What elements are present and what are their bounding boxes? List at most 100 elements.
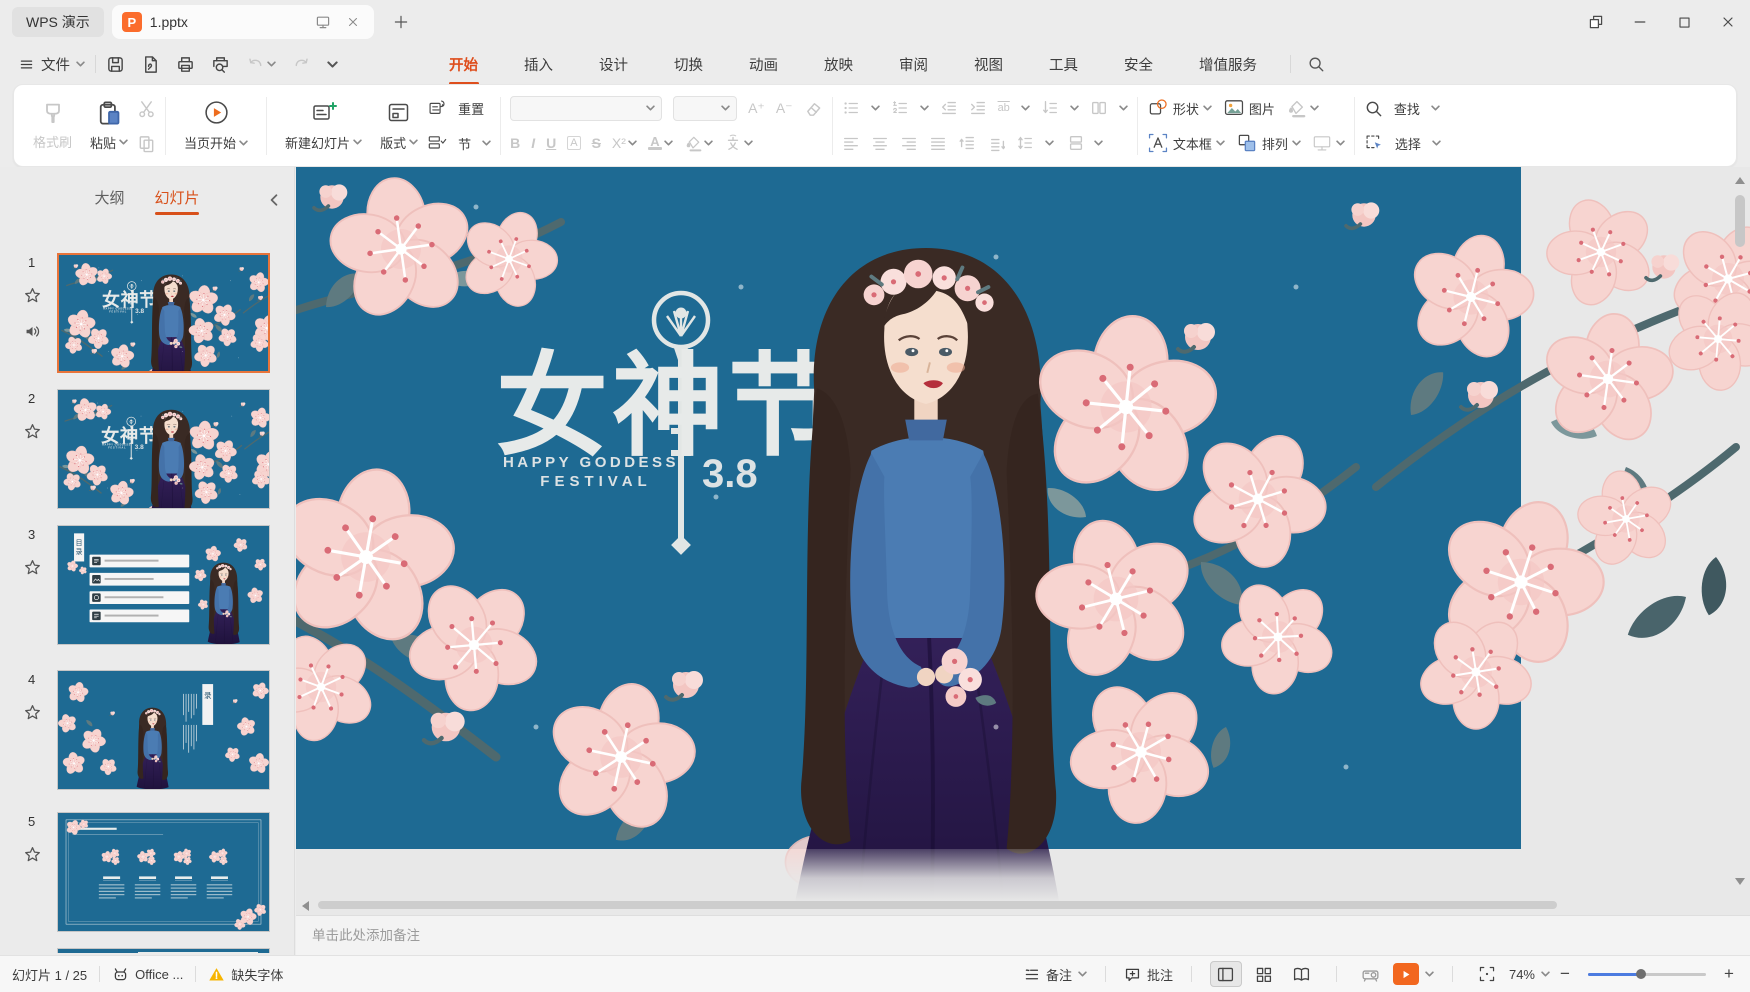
collapse-panel-icon[interactable] xyxy=(268,191,280,208)
assistant-icon xyxy=(112,966,129,983)
picture-button[interactable]: 图片 xyxy=(1223,96,1275,121)
arrange-button[interactable]: 排列 xyxy=(1236,131,1301,156)
tab-sync-icon[interactable] xyxy=(312,11,334,33)
slide-thumbnail-5[interactable]: 5 xyxy=(20,812,270,932)
horizontal-scrollbar-thumb[interactable] xyxy=(318,901,1557,909)
zoom-level[interactable]: 74% xyxy=(1509,967,1550,982)
slide-thumbnail-1[interactable]: 1 xyxy=(20,253,270,373)
chevron-down-icon[interactable] xyxy=(1425,971,1434,977)
slide-thumbnail-3[interactable]: 3 xyxy=(20,525,270,645)
close-window-button[interactable] xyxy=(1706,5,1750,39)
slide-number: 3 xyxy=(28,527,35,542)
comments-button[interactable]: 批注 xyxy=(1124,965,1173,984)
fit-slide-button[interactable] xyxy=(1471,961,1503,987)
print-button[interactable] xyxy=(176,55,195,74)
chevron-down-icon xyxy=(1078,971,1087,977)
search-icon[interactable] xyxy=(1307,55,1325,73)
cut-button xyxy=(137,96,156,121)
presentation-file-icon: P xyxy=(122,12,142,32)
play-from-current-button[interactable]: 当页开始 xyxy=(175,90,257,162)
slide-editing-area[interactable] xyxy=(296,167,1750,902)
normal-view-button[interactable] xyxy=(1210,961,1242,987)
reading-view-button[interactable] xyxy=(1286,961,1318,987)
tab-slideshow[interactable]: 放映 xyxy=(824,50,853,79)
cut-copy-group xyxy=(137,96,156,156)
tab-view[interactable]: 视图 xyxy=(974,50,1003,79)
missing-fonts-warning[interactable]: 缺失字体 xyxy=(208,965,283,984)
print-preview-button[interactable] xyxy=(211,55,230,74)
reset-button[interactable]: 重置 xyxy=(427,96,491,121)
italic-button: I xyxy=(531,135,535,151)
vertical-scrollbar[interactable] xyxy=(1732,171,1748,887)
chevron-down-icon xyxy=(1541,971,1550,977)
layout-button[interactable]: 版式 xyxy=(371,90,427,162)
zoom-slider[interactable] xyxy=(1588,967,1706,981)
tab-outline[interactable]: 大纲 xyxy=(94,187,124,215)
shrink-text-button: ab xyxy=(998,102,1010,114)
align-right-button xyxy=(900,134,918,152)
zoom-out-button[interactable]: − xyxy=(1556,964,1574,984)
horizontal-scrollbar[interactable] xyxy=(300,898,1724,912)
find-button[interactable]: 查找 xyxy=(1364,96,1441,121)
scroll-left-arrow[interactable] xyxy=(302,901,309,911)
chevron-down-icon xyxy=(76,61,85,67)
minimize-button[interactable] xyxy=(1618,5,1662,39)
office-assistant-button[interactable]: Office ... xyxy=(112,966,183,983)
slide-sorter-view-button[interactable] xyxy=(1248,961,1280,987)
slide-indicator: 幻灯片 1 / 25 xyxy=(12,965,87,984)
slide-thumbnail-2[interactable]: 2 xyxy=(20,389,270,509)
slide-thumbnail-list: 1 2 3 xyxy=(0,239,294,955)
quick-access-toolbar xyxy=(106,55,338,74)
font-size-combobox xyxy=(673,96,737,121)
zoom-slider-thumb[interactable] xyxy=(1636,969,1646,979)
tab-design[interactable]: 设计 xyxy=(599,50,628,79)
tab-premium[interactable]: 增值服务 xyxy=(1199,50,1257,79)
tab-insert[interactable]: 插入 xyxy=(524,50,553,79)
tab-transitions[interactable]: 切换 xyxy=(674,50,703,79)
zoom-in-button[interactable]: + xyxy=(1720,964,1738,984)
wps-home-button[interactable]: WPS 演示 xyxy=(12,7,104,37)
scroll-down-arrow[interactable] xyxy=(1735,878,1745,885)
star-icon xyxy=(24,704,41,722)
new-slide-button[interactable]: 新建幻灯片 xyxy=(276,90,371,162)
scroll-up-arrow[interactable] xyxy=(1735,177,1745,184)
textbox-button[interactable]: 文本框 xyxy=(1147,131,1225,156)
bullets-button xyxy=(842,99,860,117)
audio-icon xyxy=(24,323,41,341)
maximize-button[interactable] xyxy=(1662,5,1706,39)
select-button[interactable]: 选择 xyxy=(1364,131,1441,156)
new-tab-button[interactable] xyxy=(388,9,414,35)
notes-placeholder[interactable]: 单击此处添加备注 xyxy=(296,915,1750,955)
paste-button[interactable]: 粘贴 xyxy=(81,90,137,162)
slideshow-play-button[interactable] xyxy=(1393,963,1419,985)
align-objects-button xyxy=(1065,134,1083,152)
undo-button xyxy=(246,55,276,74)
shapes-button[interactable]: 形状 xyxy=(1147,96,1212,121)
projector-button[interactable] xyxy=(1355,961,1387,987)
wps-home-label: WPS 演示 xyxy=(26,12,90,32)
notes-toggle-button[interactable]: 备注 xyxy=(1023,965,1087,984)
slide-canvas[interactable]: 单击此处添加备注 xyxy=(296,167,1750,955)
decrease-font-button: A⁻ xyxy=(776,100,793,117)
slide-thumbnail-6[interactable] xyxy=(20,948,270,953)
align-center-button xyxy=(871,134,889,152)
window-controls xyxy=(1574,5,1750,39)
tab-slides[interactable]: 幻灯片 xyxy=(155,187,200,215)
slide-thumbnail-4[interactable]: 4 xyxy=(20,670,270,790)
line-spacing-button xyxy=(1016,134,1034,152)
workspace-layout-button[interactable] xyxy=(1574,5,1618,39)
tab-review[interactable]: 审阅 xyxy=(899,50,928,79)
tab-close-icon[interactable] xyxy=(342,11,364,33)
save-button[interactable] xyxy=(106,55,125,74)
tab-animations[interactable]: 动画 xyxy=(749,50,778,79)
file-menu[interactable]: 文件 xyxy=(18,54,85,75)
quick-access-more-icon[interactable] xyxy=(327,61,338,68)
tab-tools[interactable]: 工具 xyxy=(1049,50,1078,79)
line-spacing-up-button xyxy=(958,134,976,152)
vertical-scrollbar-thumb[interactable] xyxy=(1735,195,1745,247)
tab-security[interactable]: 安全 xyxy=(1124,50,1153,79)
export-pdf-button[interactable] xyxy=(141,55,160,74)
document-tab[interactable]: P 1.pptx xyxy=(112,5,374,39)
tab-home[interactable]: 开始 xyxy=(449,50,478,79)
section-button[interactable]: 节 xyxy=(427,131,491,156)
